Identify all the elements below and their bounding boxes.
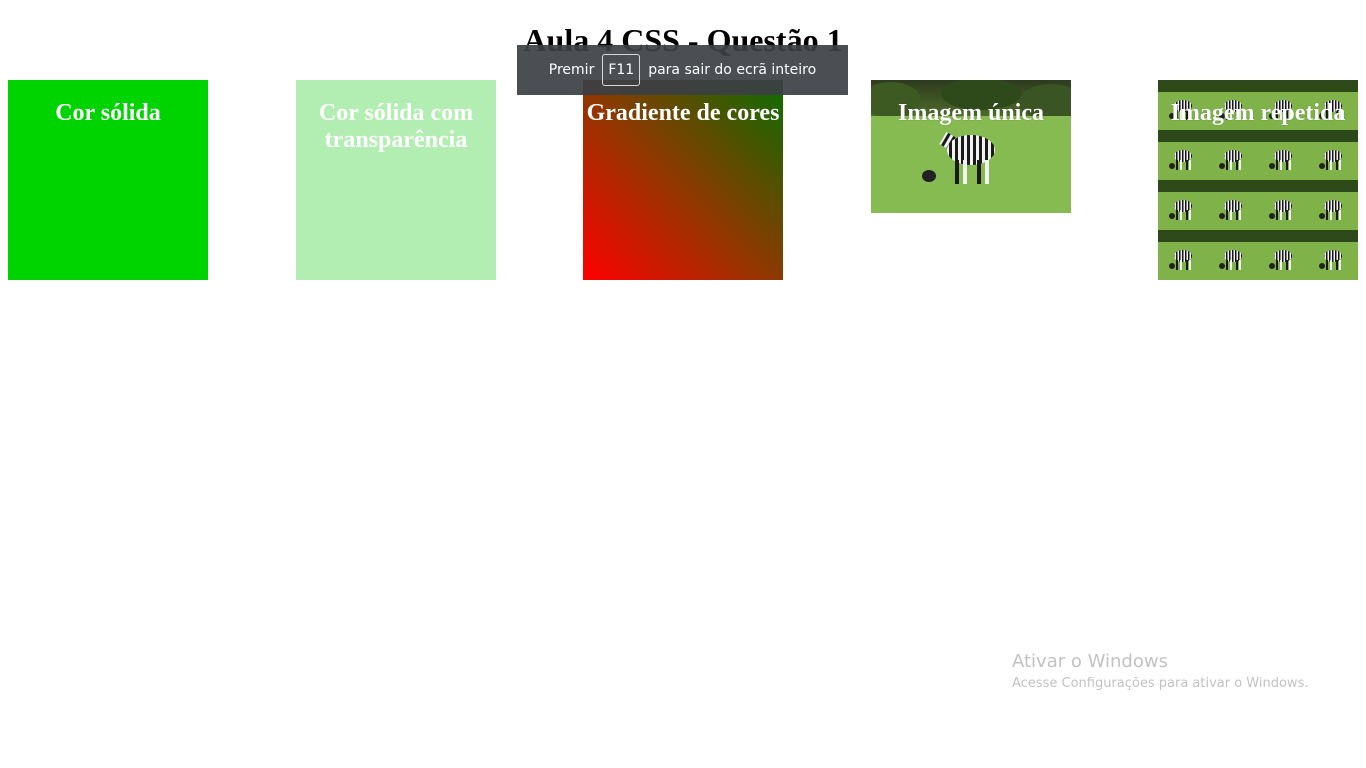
page: Aula 4 CSS - Questão 1 Cor sólida Cor só…: [0, 0, 1366, 768]
fullscreen-exit-toast: Premir F11 para sair do ecrã inteiro: [517, 45, 848, 95]
toast-prefix: Premir: [548, 62, 595, 78]
watermark-title: Ativar o Windows: [1012, 651, 1168, 672]
transparent-color-box: Cor sólida com transparência: [296, 80, 496, 280]
gradient-box: Gradiente de cores: [583, 80, 783, 280]
f11-key-badge: F11: [602, 54, 641, 86]
toast-suffix: para sair do ecrã inteiro: [648, 62, 817, 78]
single-image-label: Imagem única: [898, 100, 1044, 126]
solid-color-label: Cor sólida: [55, 100, 161, 126]
solid-color-box: Cor sólida: [8, 80, 208, 280]
windows-activation-watermark: Ativar o Windows Acesse Configurações pa…: [1012, 650, 1308, 694]
repeated-image-label: Imagem repetida: [1170, 100, 1346, 126]
transparent-color-label: Cor sólida com transparência: [318, 100, 474, 153]
repeated-image-box: Imagem repetida: [1158, 80, 1358, 280]
watermark-subtitle: Acesse Configurações para ativar o Windo…: [1012, 676, 1309, 691]
single-image-box: Imagem única: [871, 80, 1071, 213]
